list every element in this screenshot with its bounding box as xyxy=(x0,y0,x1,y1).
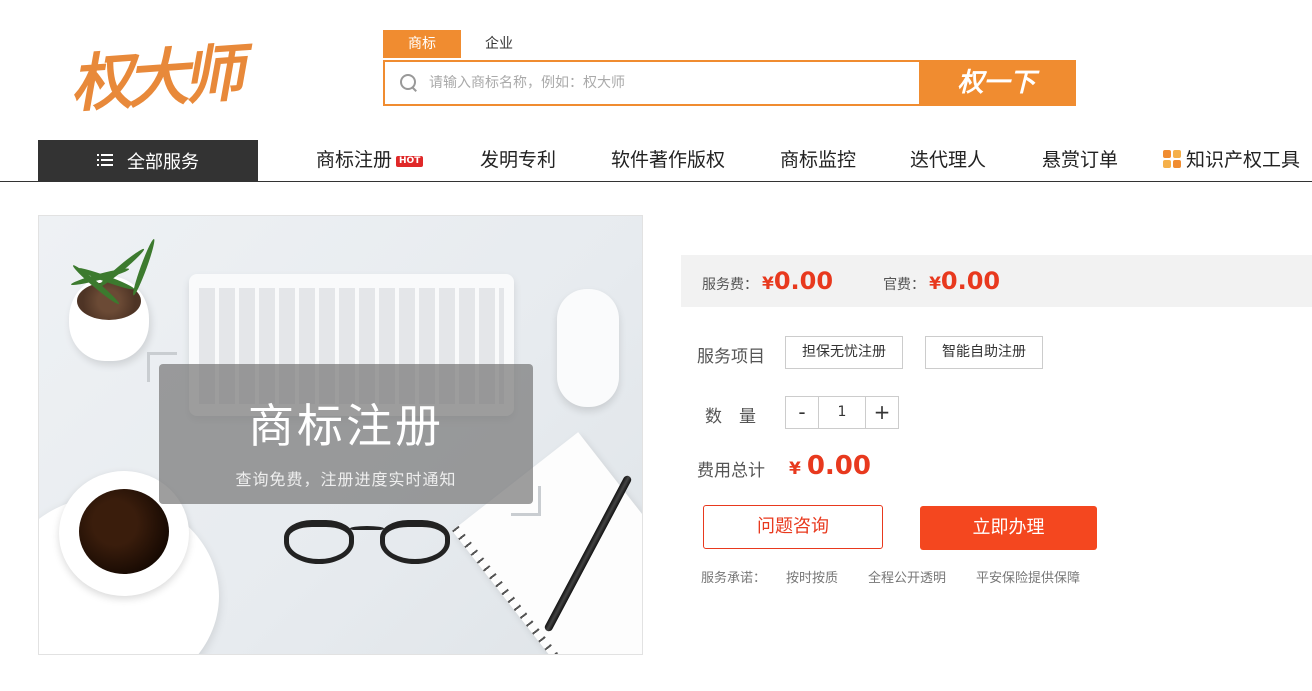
search-box: 权一下 xyxy=(383,60,1076,106)
menu-icon xyxy=(97,154,113,167)
site-logo[interactable]: 权大师 xyxy=(68,28,245,121)
nav-item-label: 迭代理人 xyxy=(910,149,987,171)
nav-item-label: 商标监控 xyxy=(780,149,857,171)
glasses-decoration xyxy=(284,516,454,566)
buy-now-button[interactable]: 立即办理 xyxy=(920,506,1097,550)
search-input-wrap xyxy=(385,62,919,104)
search-button[interactable]: 权一下 xyxy=(919,62,1074,104)
banner-title: 商标注册 xyxy=(248,399,444,453)
plant-leaves-decoration xyxy=(39,216,157,336)
nav-item-invention-patent[interactable]: 发明专利 xyxy=(480,140,556,181)
promise-label: 服务承诺： xyxy=(701,571,767,586)
quantity-label: 数 量 xyxy=(705,407,756,427)
official-fee: 官费： ¥ 0.00 xyxy=(883,267,1000,295)
total-value: 0.00 xyxy=(806,451,871,481)
option-guaranteed-registration[interactable]: 担保无忧注册 xyxy=(785,336,903,369)
all-services-label: 全部服务 xyxy=(127,151,199,173)
service-fee-value: 0.00 xyxy=(773,267,834,295)
official-fee-value: 0.00 xyxy=(940,267,1001,295)
quantity-decrement-button[interactable]: - xyxy=(786,397,818,428)
total-label: 费用总计 xyxy=(697,461,765,481)
service-fee-label: 服务费： xyxy=(702,277,758,293)
service-fee-currency: ¥ xyxy=(762,274,774,294)
tab-company[interactable]: 企业 xyxy=(461,30,537,58)
option-self-service-registration[interactable]: 智能自助注册 xyxy=(925,336,1043,369)
quantity-input[interactable]: 1 xyxy=(818,397,866,428)
quantity-increment-button[interactable]: + xyxy=(866,397,898,428)
promise-item: 按时按质 xyxy=(786,571,839,586)
product-image: 商标注册 查询免费，注册进度实时通知 xyxy=(38,215,643,655)
search-tabs: 商标 企业 xyxy=(383,30,537,58)
nav-item-bounty-orders[interactable]: 悬赏订单 xyxy=(1042,140,1118,181)
nav-item-trademark-monitoring[interactable]: 商标监控 xyxy=(780,140,856,181)
nav-item-label: 发明专利 xyxy=(480,149,557,171)
nav-item-agent[interactable]: 迭代理人 xyxy=(910,140,986,181)
mouse-decoration xyxy=(557,289,619,407)
service-fee: 服务费： ¥ 0.00 xyxy=(702,267,833,295)
nav-item-ip-tools[interactable]: 知识产权工具 xyxy=(1163,140,1300,181)
nav-item-trademark-registration[interactable]: 商标注册 HOT xyxy=(316,140,424,181)
nav-item-label: 知识产权工具 xyxy=(1186,149,1301,171)
search-icon xyxy=(399,73,419,93)
banner-overlay: 商标注册 查询免费，注册进度实时通知 xyxy=(159,364,533,504)
quantity-stepper: - 1 + xyxy=(785,396,899,429)
total-currency: ¥ xyxy=(789,459,801,479)
nav-item-label: 悬赏订单 xyxy=(1042,149,1119,171)
service-items-label: 服务项目 xyxy=(697,347,765,367)
all-services-button[interactable]: 全部服务 xyxy=(38,140,258,181)
consult-button[interactable]: 问题咨询 xyxy=(703,505,883,549)
nav-item-label: 商标注册 xyxy=(316,149,393,171)
service-promise: 服务承诺： 按时按质 全程公开透明 平安保险提供保障 xyxy=(701,567,1110,586)
main-nav: 全部服务 商标注册 HOT 发明专利 软件著作版权 商标监控 迭代理人 悬赏订单 … xyxy=(0,140,1312,182)
total-price: ¥ 0.00 xyxy=(789,451,871,481)
tab-trademark[interactable]: 商标 xyxy=(383,30,461,58)
promise-item: 全程公开透明 xyxy=(868,571,947,586)
promise-item: 平安保险提供保障 xyxy=(976,571,1081,586)
banner-subtitle: 查询免费，注册进度实时通知 xyxy=(235,470,457,489)
search-input[interactable] xyxy=(429,75,919,91)
hot-badge: HOT xyxy=(396,156,424,167)
logo-text: 权大师 xyxy=(68,36,241,122)
nav-item-software-copyright[interactable]: 软件著作版权 xyxy=(611,140,725,181)
apps-grid-icon xyxy=(1163,150,1181,168)
nav-item-label: 软件著作版权 xyxy=(611,149,726,171)
price-bar: 服务费： ¥ 0.00 官费： ¥ 0.00 xyxy=(681,255,1312,307)
official-fee-label: 官费： xyxy=(883,277,926,293)
official-fee-currency: ¥ xyxy=(929,274,941,294)
